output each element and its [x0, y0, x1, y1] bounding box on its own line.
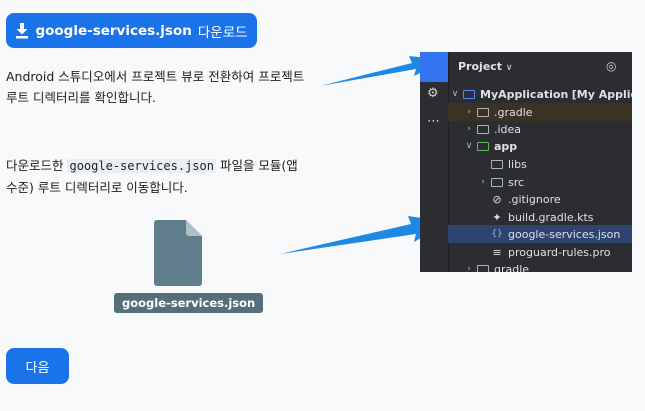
chevron-right-icon: ›	[481, 177, 485, 187]
tree-label-suffix: [My Application]	[571, 87, 632, 101]
tree-row-gitignore[interactable]: ⊘ .gitignore	[448, 190, 632, 208]
tree-row-src[interactable]: › src	[448, 173, 632, 191]
download-label: 다운로드	[197, 24, 248, 41]
text-file-icon: ≡	[492, 245, 502, 259]
instruction-filename-code: google-services.json	[67, 159, 216, 173]
instruction-move-file-before: 다운로드한	[6, 158, 68, 173]
tree-row-google-services-json[interactable]: {} google-services.json	[448, 225, 632, 243]
chevron-right-icon: ›	[467, 124, 471, 134]
chevron-right-icon: ›	[467, 107, 471, 117]
tree-label: libs	[508, 157, 527, 171]
tree-row-build-gradle[interactable]: ✦ build.gradle.kts	[448, 208, 632, 226]
chevron-down-icon: ∨	[451, 89, 459, 99]
folder-icon	[490, 158, 504, 170]
download-filename: google-services.json	[35, 22, 192, 39]
tree-row-libs[interactable]: libs	[448, 155, 632, 173]
tree-row-idea[interactable]: › .idea	[448, 120, 632, 138]
instruction-switch-project-view: Android 스튜디오에서 프로젝트 뷰로 전환하여 프로젝트 루트 디렉터리…	[6, 69, 305, 105]
folder-icon	[476, 263, 490, 272]
tree-label: gradle	[494, 262, 530, 273]
json-file-icon: {}	[491, 229, 503, 239]
tree-row-gradle-cache[interactable]: › .gradle	[448, 103, 632, 121]
chevron-right-icon: ›	[467, 264, 471, 272]
tree-label: .idea	[494, 122, 522, 136]
tree-label: app	[494, 139, 518, 153]
tree-label: build.gradle.kts	[508, 210, 594, 224]
folder-icon	[476, 106, 490, 118]
gradle-file-icon: ✦	[492, 210, 502, 224]
more-icon[interactable]: ⋯	[427, 114, 440, 129]
download-button[interactable]: google-services.json 다운로드	[6, 13, 257, 48]
folder-icon	[490, 176, 504, 188]
project-view-title: Project	[458, 60, 503, 73]
tree-row-gradle[interactable]: › gradle	[448, 260, 632, 272]
download-icon	[15, 22, 29, 39]
chevron-down-icon: ∨	[465, 141, 473, 151]
next-button[interactable]: 다음	[6, 348, 69, 384]
module-folder-icon	[476, 140, 490, 152]
tree-label: proguard-rules.pro	[508, 245, 611, 259]
folder-icon	[476, 123, 490, 135]
structure-icon[interactable]: ⚙	[427, 86, 439, 101]
chevron-down-icon: ∨	[505, 63, 513, 73]
tool-window-rail: ⚙ ⋯	[420, 52, 449, 272]
target-icon[interactable]: ◎	[606, 59, 616, 73]
tree-label: src	[508, 175, 525, 189]
android-studio-project-panel: ⚙ ⋯ Project ∨ ◎ ∨ MyApplication [My Appl…	[420, 52, 632, 272]
instruction-move-file: 다운로드한 google-services.json 파일을 모듈(앱 수준) …	[6, 155, 306, 198]
json-file-graphic: google-services.json	[114, 220, 264, 320]
ignore-file-icon: ⊘	[492, 192, 502, 206]
project-tool-button[interactable]	[420, 52, 448, 82]
project-view-selector[interactable]: Project ∨	[458, 60, 513, 73]
folder-icon	[462, 88, 476, 100]
tree-row-proguard[interactable]: ≡ proguard-rules.pro	[448, 243, 632, 261]
file-icon	[154, 220, 202, 286]
tree-label: .gradle	[494, 105, 533, 119]
tree-label: .gitignore	[508, 192, 561, 206]
tree-label: MyApplication	[480, 87, 569, 101]
tree-row-app[interactable]: ∨ app	[448, 137, 632, 155]
tree-label: google-services.json	[508, 227, 621, 241]
tree-row-root[interactable]: ∨ MyApplication [My Application]	[448, 85, 632, 103]
file-name-label: google-services.json	[114, 293, 264, 313]
